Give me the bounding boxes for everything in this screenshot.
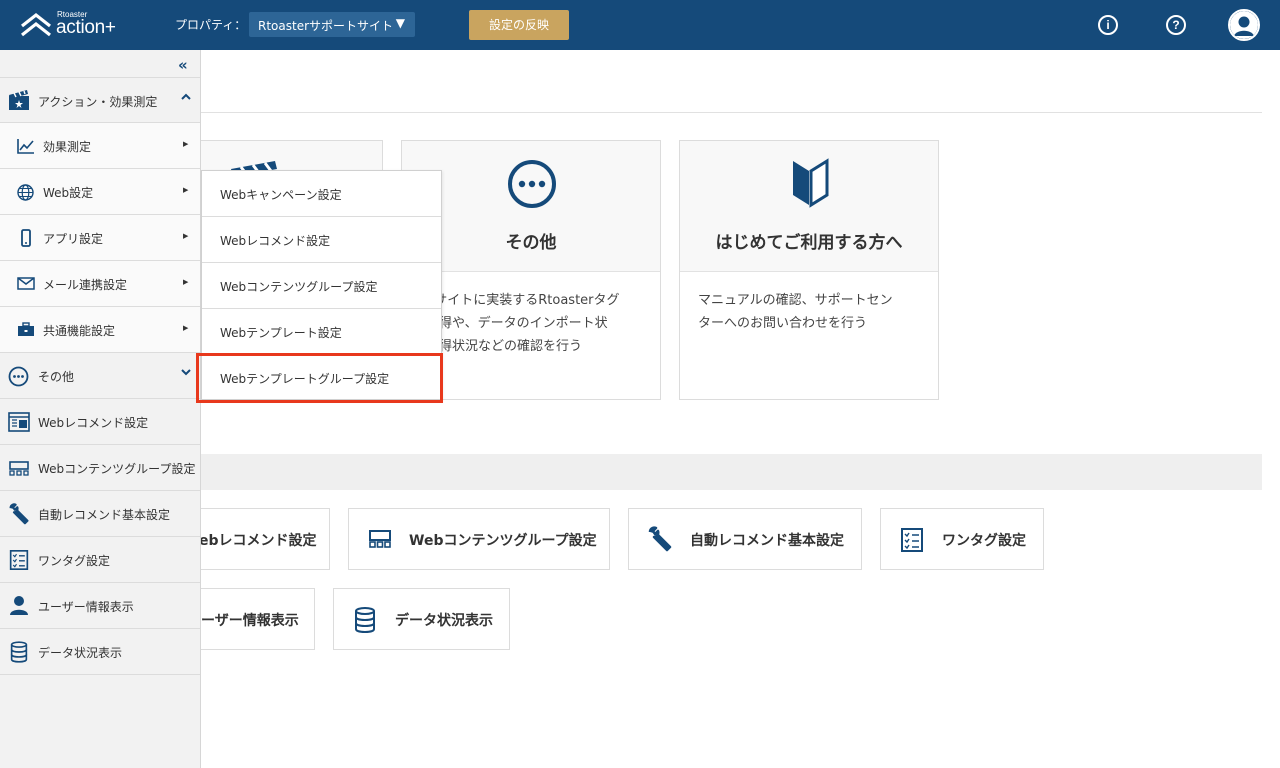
sidebar-item-label: ユーザー情報表示 [38, 600, 134, 614]
checklist-icon [9, 550, 29, 570]
database-icon [355, 607, 375, 633]
sidebar-section-other[interactable]: その他 [0, 353, 200, 399]
chevron-up-icon [181, 93, 191, 100]
sidebar-item-label: Webコンテンツグループ設定 [38, 462, 196, 476]
caret-down-icon: ▼ [395, 16, 405, 30]
caret-right-icon: ▶ [183, 278, 189, 286]
globe-icon [17, 184, 34, 201]
wrench-icon [648, 526, 672, 552]
chart-line-icon [17, 139, 34, 154]
submenu-item-web-recommend[interactable]: Webレコメンド設定 [202, 217, 441, 263]
database-icon [10, 641, 28, 663]
tile-label: データ状況表示 [395, 613, 493, 629]
property-label: プロパティ： [175, 18, 247, 32]
envelope-icon [17, 277, 35, 290]
sidebar-item-label: Webレコメンド設定 [38, 416, 149, 430]
checklist-icon [901, 528, 923, 552]
sidebar-item-web-settings[interactable]: Web設定 ▶ [0, 169, 200, 215]
submenu-item-web-template[interactable]: Webテンプレート設定 [202, 309, 441, 355]
sidebar: « アクション・効果測定 効果測定 ▶ Web設定 ▶ アプリ設定 ▶ メール連… [0, 50, 201, 768]
sidebar-item-label: Web設定 [43, 186, 94, 200]
sidebar-item-label: 自動レコメンド基本設定 [38, 508, 171, 522]
caret-right-icon: ▶ [183, 324, 189, 332]
logo-text: action+ [56, 17, 116, 38]
web-recommend-icon [8, 412, 30, 432]
sidebar-item-label: 共通機能設定 [43, 324, 116, 338]
other-card-desc-line: 取得状況などの確認を行う [426, 339, 583, 354]
info-icon[interactable]: i [1098, 15, 1118, 35]
caret-right-icon: ▶ [183, 140, 189, 148]
clapperboard-icon [9, 90, 29, 110]
sidebar-item-web-recommend[interactable]: Webレコメンド設定 [0, 399, 200, 445]
tile-label: Webコンテンツグループ設定 [409, 533, 597, 549]
logo-mark-icon [21, 12, 51, 37]
getting-started-card-head: はじめてご利用する方へ [680, 141, 938, 272]
sidebar-item-common-settings[interactable]: 共通機能設定 ▶ [0, 307, 200, 353]
content-group-icon [9, 461, 29, 476]
getting-started-desc-line: マニュアルの確認、サポートセン [698, 293, 893, 308]
sidebar-section-label: アクション・効果測定 [38, 95, 158, 109]
beginner-mark-icon [793, 158, 829, 208]
highlight-box [196, 353, 443, 403]
other-card-desc-line: 取得や、データのインポート状 [426, 316, 608, 331]
smartphone-icon [21, 229, 31, 247]
tile-label: ワンタグ設定 [942, 533, 1026, 549]
property-select-value: Rtoasterサポートサイト [258, 19, 394, 33]
sidebar-item-label: データ状況表示 [38, 646, 123, 660]
sidebar-item-label: ワンタグ設定 [38, 554, 111, 568]
tile-data-status[interactable]: データ状況表示 [333, 588, 510, 650]
sidebar-item-auto-recommend[interactable]: 自動レコメンド基本設定 [0, 491, 200, 537]
submenu-item-web-campaign[interactable]: Webキャンペーン設定 [202, 171, 441, 217]
getting-started-desc-line: ターへのお問い合わせを行う [698, 316, 868, 331]
tile-content-group[interactable]: Webコンテンツグループ設定 [348, 508, 610, 570]
sidebar-section-label: その他 [38, 370, 75, 384]
more-circle-icon [8, 366, 29, 387]
sidebar-section-action[interactable]: アクション・効果測定 [0, 77, 200, 123]
tile-onetag[interactable]: ワンタグ設定 [880, 508, 1044, 570]
sidebar-item-mail-integration[interactable]: メール連携設定 ▶ [0, 261, 200, 307]
section-header-band [200, 454, 1262, 490]
top-navigation-bar: Rtoaster action+ プロパティ： Rtoasterサポートサイト … [0, 0, 1280, 50]
sidebar-item-user-info[interactable]: ユーザー情報表示 [0, 583, 200, 629]
sidebar-item-onetag[interactable]: ワンタグ設定 [0, 537, 200, 583]
sidebar-item-label: アプリ設定 [43, 232, 104, 246]
chevron-down-icon [181, 369, 191, 376]
collapse-sidebar-icon[interactable]: « [178, 56, 188, 74]
more-circle-icon [508, 160, 556, 208]
content-group-icon [369, 530, 391, 548]
content-divider [200, 112, 1262, 113]
submenu-item-web-content-group[interactable]: Webコンテンツグループ設定 [202, 263, 441, 309]
tile-auto-recommend[interactable]: 自動レコメンド基本設定 [628, 508, 862, 570]
sidebar-item-data-status[interactable]: データ状況表示 [0, 629, 200, 675]
other-card-desc-line: bサイトに実装するRtoasterタグ [426, 293, 620, 308]
caret-right-icon: ▶ [183, 186, 189, 194]
wrench-icon [9, 503, 29, 525]
app-logo[interactable]: Rtoaster action+ [20, 10, 130, 40]
sidebar-item-content-group[interactable]: Webコンテンツグループ設定 [0, 445, 200, 491]
tile-label: 自動レコメンド基本設定 [690, 533, 844, 549]
property-select[interactable]: Rtoasterサポートサイト ▼ [249, 12, 415, 37]
sidebar-item-app-settings[interactable]: アプリ設定 ▶ [0, 215, 200, 261]
user-avatar-icon[interactable] [1228, 9, 1260, 41]
sidebar-item-label: 効果測定 [43, 140, 92, 154]
sidebar-item-measurement[interactable]: 効果測定 ▶ [0, 123, 200, 169]
user-icon [10, 596, 28, 615]
getting-started-card-description: マニュアルの確認、サポートセン ターへのお問い合わせを行う [680, 272, 938, 352]
sidebar-item-label: メール連携設定 [43, 278, 128, 292]
apply-settings-button[interactable]: 設定の反映 [469, 10, 569, 40]
getting-started-card[interactable]: はじめてご利用する方へ マニュアルの確認、サポートセン ターへのお問い合わせを行… [679, 140, 939, 400]
help-icon[interactable]: ? [1166, 15, 1186, 35]
tile-label: ebレコメンド設定 [199, 533, 317, 549]
caret-right-icon: ▶ [183, 232, 189, 240]
getting-started-card-title: はじめてご利用する方へ [715, 233, 903, 253]
tile-label: ーザー情報表示 [201, 613, 299, 629]
briefcase-icon [18, 322, 34, 336]
